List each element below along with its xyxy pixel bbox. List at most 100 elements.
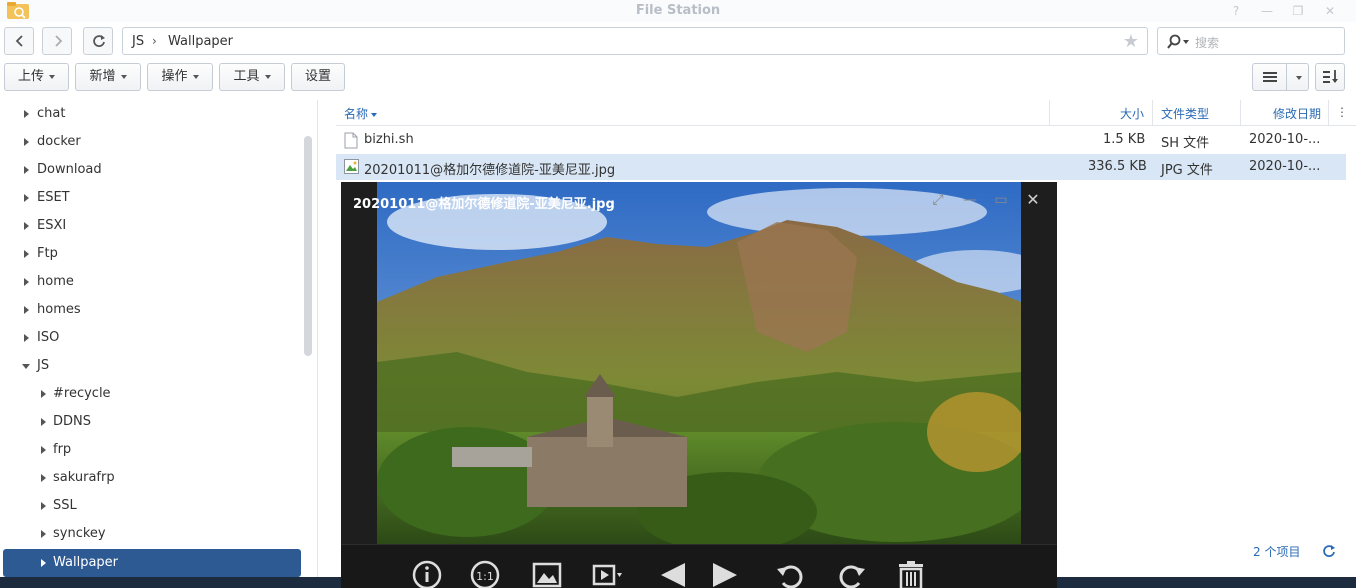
- expand-arrow-icon[interactable]: [24, 334, 29, 342]
- minimize-icon[interactable]: —: [1258, 2, 1276, 20]
- rotate-right-icon[interactable]: [835, 559, 867, 588]
- tree-item-synckey[interactable]: synckey: [0, 520, 300, 548]
- settings-button[interactable]: 设置: [291, 63, 345, 91]
- column-modified[interactable]: 修改日期: [1273, 105, 1321, 122]
- title-bar: File Station ? — ❐ ✕: [0, 0, 1356, 22]
- upload-button[interactable]: 上传: [4, 63, 69, 91]
- tree-item-js[interactable]: JS: [0, 352, 300, 380]
- tree-item-esxi[interactable]: ESXI: [0, 212, 300, 240]
- close-icon[interactable]: ✕: [1025, 192, 1041, 208]
- tree-item-label: ISO: [37, 330, 60, 345]
- info-icon[interactable]: [411, 559, 443, 588]
- search-input[interactable]: 搜索: [1195, 34, 1219, 51]
- search-box[interactable]: 搜索: [1157, 27, 1345, 55]
- tree-item-ftp[interactable]: Ftp: [0, 240, 300, 268]
- expand-arrow-icon[interactable]: [41, 446, 46, 454]
- caret-down-icon: [1296, 76, 1302, 80]
- sort-desc-icon: [371, 112, 378, 117]
- expand-arrow-icon[interactable]: [24, 278, 29, 286]
- back-button[interactable]: [4, 27, 34, 55]
- column-divider[interactable]: [1240, 100, 1241, 126]
- tree-item-home[interactable]: home: [0, 268, 300, 296]
- expand-arrow-icon[interactable]: [41, 390, 46, 398]
- delete-icon[interactable]: [895, 559, 927, 588]
- expand-arrow-icon[interactable]: [24, 306, 29, 314]
- expand-arrow-icon[interactable]: [41, 530, 46, 538]
- column-divider[interactable]: [1328, 100, 1329, 126]
- file-name: bizhi.sh: [364, 132, 414, 147]
- create-button[interactable]: 新增: [75, 63, 141, 91]
- expand-arrow-icon[interactable]: [41, 502, 46, 510]
- file-document-icon: [344, 132, 358, 149]
- list-view-button[interactable]: [1252, 63, 1287, 91]
- slideshow-icon[interactable]: [591, 559, 623, 588]
- tree-item-label: synckey: [53, 526, 106, 541]
- expand-arrow-icon[interactable]: [24, 138, 29, 146]
- previous-icon[interactable]: [657, 559, 689, 588]
- table-row[interactable]: 20201011@格加尔德修道院-亚美尼亚.jpg 336.5 KB JPG 文…: [336, 154, 1346, 180]
- tools-button[interactable]: 工具: [219, 63, 285, 91]
- collapse-arrow-icon[interactable]: [22, 364, 30, 369]
- search-icon[interactable]: [1167, 34, 1191, 50]
- column-divider[interactable]: [1049, 100, 1050, 126]
- expand-arrow-icon[interactable]: [24, 250, 29, 258]
- tree-item-sakurafrp[interactable]: sakurafrp: [0, 464, 300, 492]
- close-icon[interactable]: ✕: [1321, 2, 1339, 20]
- refresh-icon[interactable]: [1322, 544, 1336, 558]
- expand-arrow-icon[interactable]: [24, 194, 29, 202]
- tree-item-frp[interactable]: frp: [0, 436, 300, 464]
- expand-arrow-icon[interactable]: [41, 418, 46, 426]
- tree-item-label: #recycle: [53, 386, 111, 401]
- tree-item-label: chat: [37, 106, 66, 121]
- tree-item-ssl[interactable]: SSL: [0, 492, 300, 520]
- sort-button[interactable]: [1315, 63, 1345, 91]
- maximize-icon[interactable]: ▭: [993, 192, 1009, 208]
- refresh-button[interactable]: [83, 27, 113, 55]
- view-menu-button[interactable]: [1286, 63, 1309, 91]
- expand-arrow-icon[interactable]: [24, 110, 29, 118]
- column-type[interactable]: 文件类型: [1161, 105, 1209, 122]
- breadcrumb-wallpaper[interactable]: Wallpaper: [168, 34, 233, 49]
- create-label: 新增: [89, 69, 116, 84]
- expand-arrow-icon[interactable]: [24, 166, 29, 174]
- column-options-icon[interactable]: ⋮: [1336, 105, 1348, 119]
- expand-arrow-icon[interactable]: [24, 222, 29, 230]
- tree-item-docker[interactable]: docker: [0, 128, 300, 156]
- tree-item-chat[interactable]: chat: [0, 100, 300, 128]
- column-name[interactable]: 名称: [344, 105, 378, 122]
- help-icon[interactable]: ?: [1227, 2, 1245, 20]
- star-icon[interactable]: ★: [1123, 31, 1139, 52]
- next-icon[interactable]: [709, 559, 741, 588]
- breadcrumb-js[interactable]: JS: [132, 34, 144, 49]
- file-type: JPG 文件: [1161, 163, 1213, 178]
- table-row[interactable]: bizhi.sh 1.5 KB SH 文件 2020-10-...: [336, 127, 1346, 153]
- minimize-icon[interactable]: —: [962, 192, 978, 208]
- tree-item-wallpaper[interactable]: Wallpaper: [3, 549, 301, 577]
- column-size[interactable]: 大小: [1120, 105, 1144, 122]
- tree-item-eset[interactable]: ESET: [0, 184, 300, 212]
- status-bar: 2 个项目: [1060, 540, 1356, 564]
- tree-item-recycle[interactable]: #recycle: [0, 380, 300, 408]
- tree-item-homes[interactable]: homes: [0, 296, 300, 324]
- fullscreen-icon[interactable]: ⤢: [930, 192, 946, 208]
- set-wallpaper-icon[interactable]: [531, 559, 563, 588]
- maximize-icon[interactable]: ❐: [1289, 2, 1307, 20]
- tree-item-iso[interactable]: ISO: [0, 324, 300, 352]
- tree-item-label: homes: [37, 302, 81, 317]
- rotate-left-icon[interactable]: [775, 559, 807, 588]
- column-divider[interactable]: [1152, 100, 1153, 126]
- photo-preview[interactable]: [377, 182, 1021, 544]
- sidebar-scrollbar[interactable]: [304, 136, 312, 356]
- expand-arrow-icon[interactable]: [41, 559, 46, 567]
- tree-item-label: ESXI: [37, 218, 67, 233]
- tree-item-label: DDNS: [53, 414, 91, 429]
- action-button[interactable]: 操作: [147, 63, 213, 91]
- path-bar[interactable]: JS › Wallpaper ★: [122, 27, 1148, 55]
- tree-item-download[interactable]: Download: [0, 156, 300, 184]
- tree-item-ddns[interactable]: DDNS: [0, 408, 300, 436]
- image-file-icon: [344, 159, 359, 174]
- actual-size-icon[interactable]: 1:1: [469, 559, 501, 588]
- forward-button[interactable]: [42, 27, 72, 55]
- file-size: 336.5 KB: [1088, 159, 1147, 174]
- expand-arrow-icon[interactable]: [41, 474, 46, 482]
